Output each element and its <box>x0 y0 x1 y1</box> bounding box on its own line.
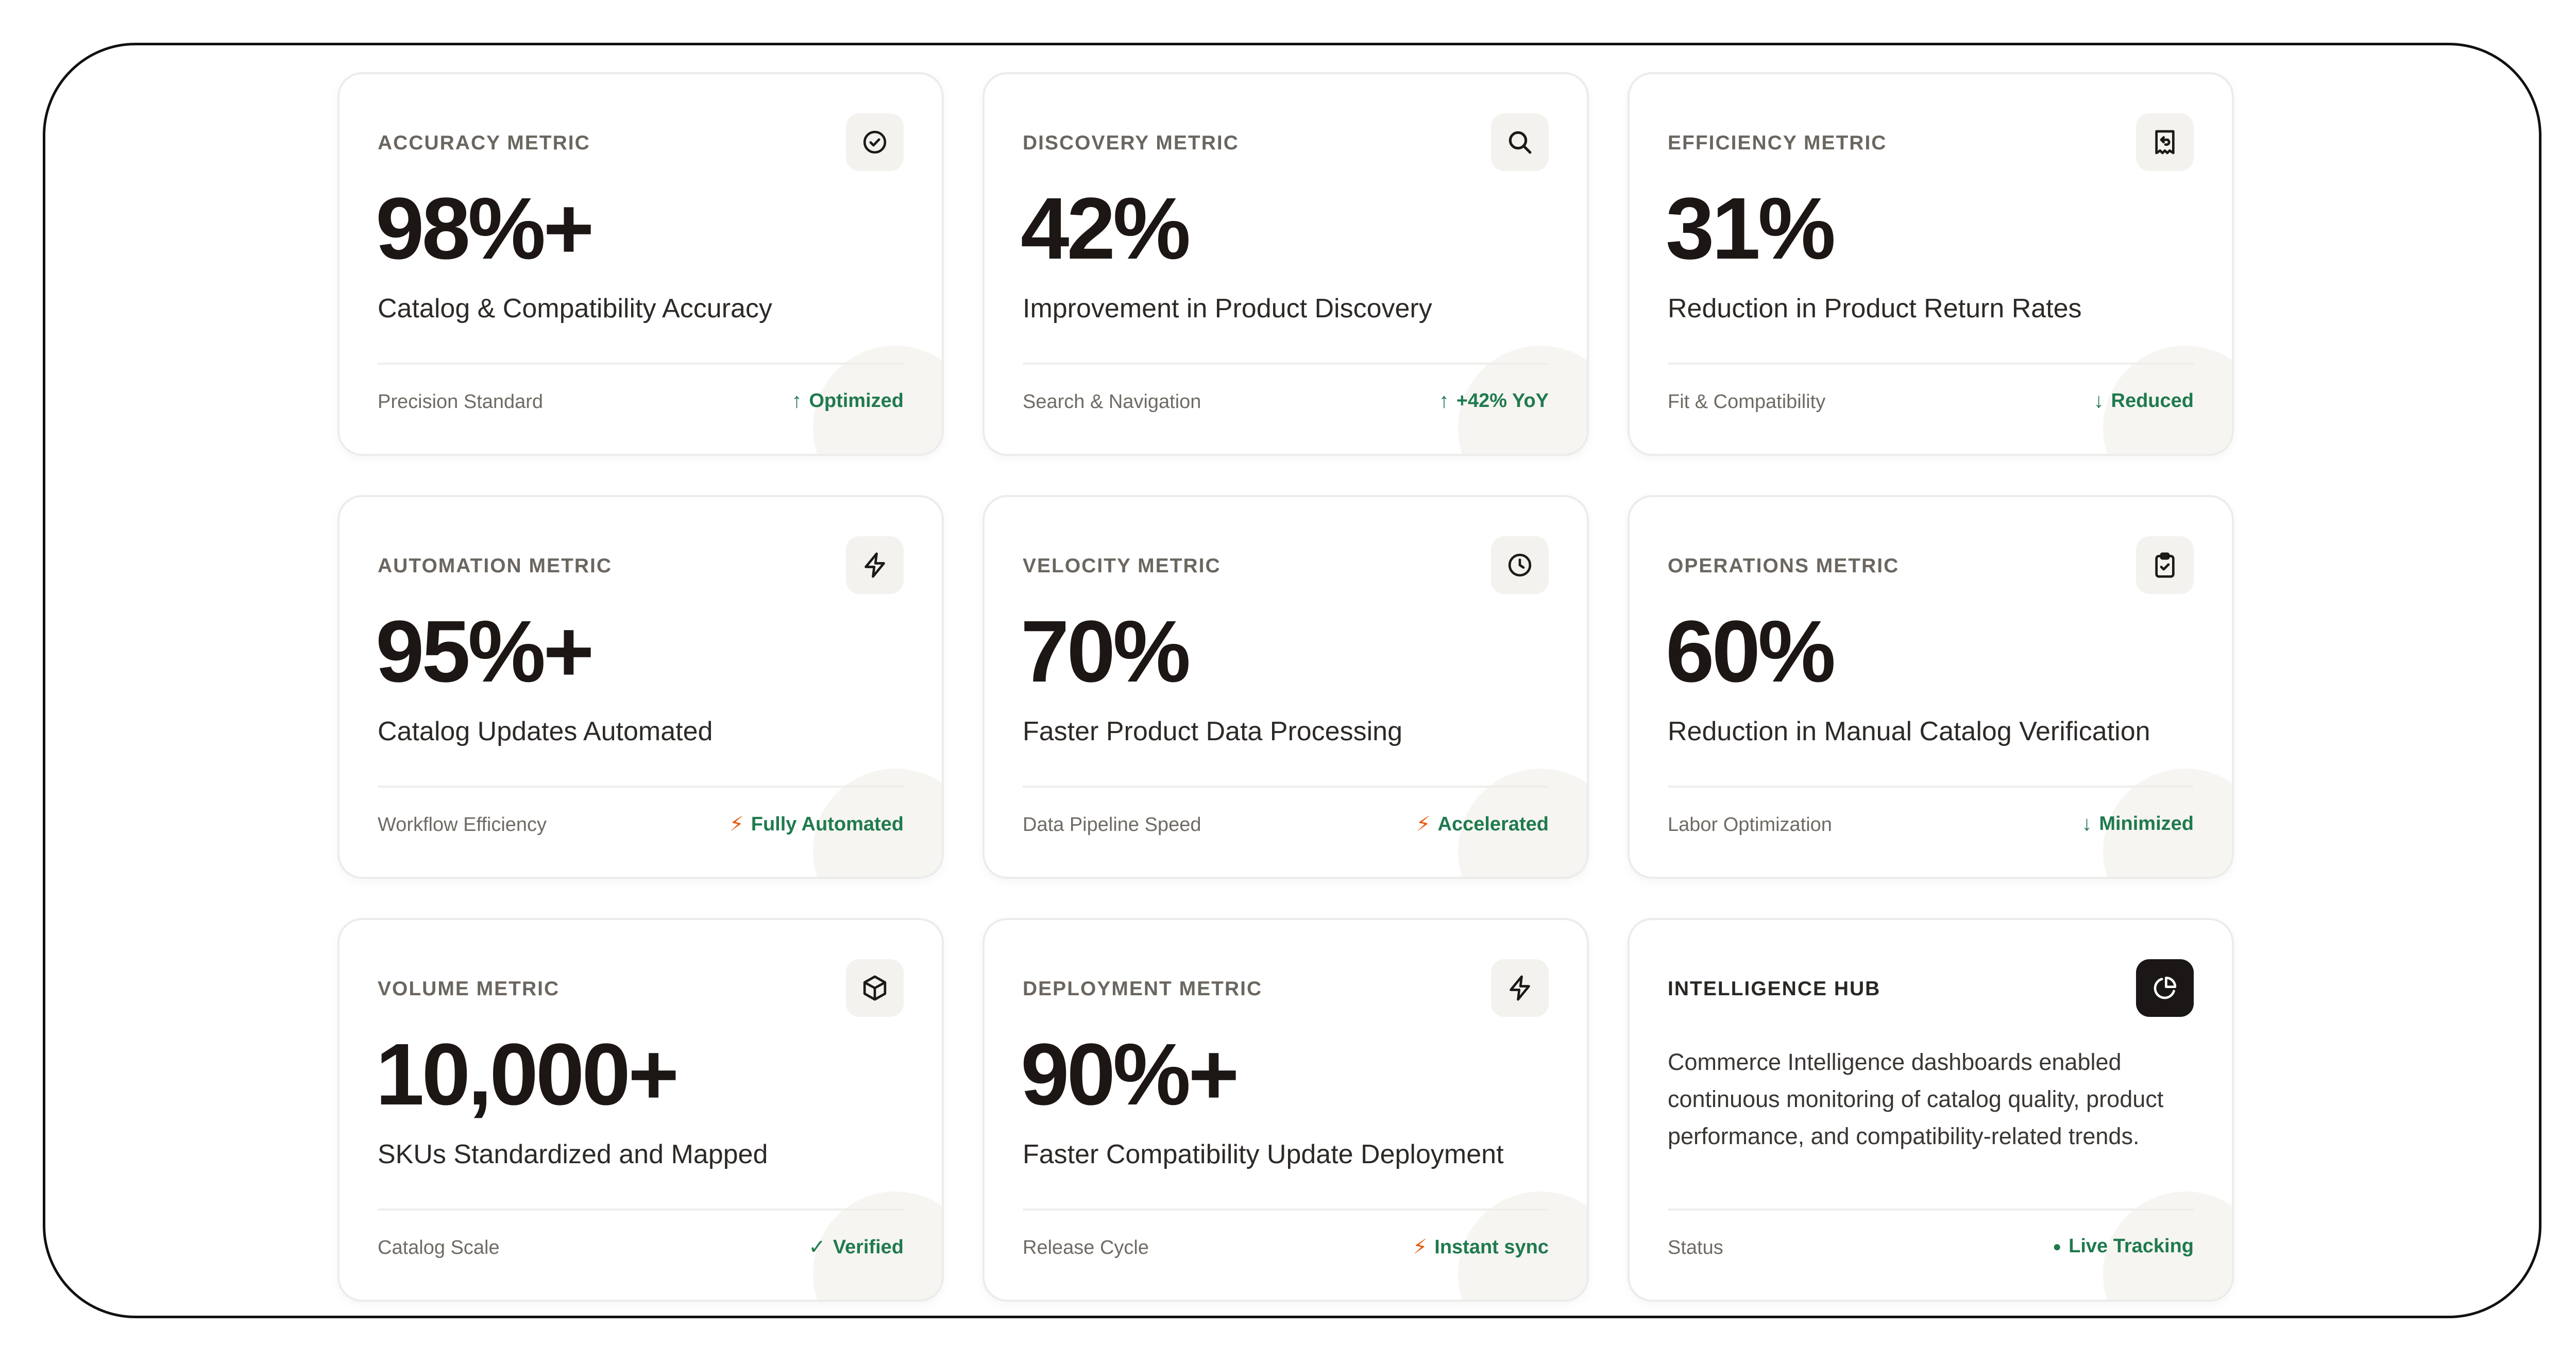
card-label: AUTOMATION METRIC <box>378 555 613 577</box>
status-badge: ⚡ Accelerated <box>1416 812 1549 836</box>
bolt-icon: ⚡ <box>729 813 744 836</box>
card-label: INTELLIGENCE HUB <box>1668 978 1881 1000</box>
divider <box>378 363 904 365</box>
footer-caption: Release Cycle <box>1023 1237 1149 1258</box>
status-text: Reduced <box>2111 390 2194 412</box>
divider <box>1023 363 1549 365</box>
check-circle-icon <box>846 113 904 171</box>
box-icon <box>846 959 904 1017</box>
metric-description: Catalog Updates Automated <box>378 717 713 746</box>
checkmark-icon: ✓ <box>808 1236 826 1258</box>
metric-description: Catalog & Compatibility Accuracy <box>378 294 772 324</box>
footer-caption: Search & Navigation <box>1023 391 1201 413</box>
status-badge: ● Live Tracking <box>2053 1235 2194 1257</box>
search-icon <box>1491 113 1549 171</box>
status-text: +42% YoY <box>1456 390 1549 412</box>
status-badge: ↓ Minimized <box>2081 812 2194 836</box>
footer-caption: Fit & Compatibility <box>1668 391 1826 413</box>
status-badge: ⚡ Instant sync <box>1413 1235 1549 1259</box>
receipt-return-icon <box>2136 113 2194 171</box>
metric-value: 70% <box>1021 603 1191 701</box>
metric-card-velocity: VELOCITY METRIC 70% Faster Product Data … <box>982 495 1589 879</box>
status-badge: ↓ Reduced <box>2094 389 2194 413</box>
divider <box>1023 786 1549 788</box>
metric-description: Improvement in Product Discovery <box>1023 294 1432 324</box>
status-badge: ↑ +42% YoY <box>1439 389 1549 413</box>
lightning-icon <box>1491 959 1549 1017</box>
card-label: DEPLOYMENT METRIC <box>1023 978 1263 1000</box>
divider <box>1668 1209 2194 1211</box>
metric-value: 60% <box>1666 603 1836 701</box>
divider <box>1023 1209 1549 1211</box>
divider <box>378 1209 904 1211</box>
status-text: Verified <box>833 1236 904 1258</box>
status-text: Minimized <box>2099 813 2194 835</box>
arrow-down-icon: ↓ <box>2081 812 2092 835</box>
card-label: VOLUME METRIC <box>378 978 560 1000</box>
metric-value: 10,000+ <box>376 1026 679 1124</box>
lightning-icon <box>846 536 904 594</box>
footer-caption: Precision Standard <box>378 391 544 413</box>
status-badge: ⚡ Fully Automated <box>730 812 904 836</box>
bolt-icon: ⚡ <box>1413 1236 1428 1258</box>
metric-value: 95%+ <box>376 603 595 701</box>
metric-value: 98%+ <box>376 180 595 278</box>
metric-card-automation: AUTOMATION METRIC 95%+ Catalog Updates A… <box>337 495 944 879</box>
footer-caption: Data Pipeline Speed <box>1023 814 1201 836</box>
status-badge: ↑ Optimized <box>791 389 904 413</box>
status-text: Live Tracking <box>2069 1235 2194 1257</box>
metric-value: 42% <box>1021 180 1191 278</box>
clock-icon <box>1491 536 1549 594</box>
status-text: Accelerated <box>1437 813 1549 835</box>
hub-description: Commerce Intelligence dashboards enabled… <box>1668 1049 2164 1149</box>
status-text: Instant sync <box>1434 1236 1549 1258</box>
live-dot-icon: ● <box>2053 1238 2062 1254</box>
card-label: OPERATIONS METRIC <box>1668 555 1900 577</box>
metric-description: SKUs Standardized and Mapped <box>378 1139 768 1169</box>
card-label: VELOCITY METRIC <box>1023 555 1221 577</box>
arrow-down-icon: ↓ <box>2093 389 2104 412</box>
metric-card-efficiency: EFFICIENCY METRIC 31% Reduction in Produ… <box>1628 72 2234 456</box>
arrow-up-icon: ↑ <box>791 389 802 412</box>
metric-card-volume: VOLUME METRIC 10,000+ SKUs Standardized … <box>337 918 944 1302</box>
card-label: ACCURACY METRIC <box>378 132 590 154</box>
metric-description: Faster Compatibility Update Deployment <box>1023 1139 1504 1169</box>
status-badge: ✓ Verified <box>808 1235 904 1259</box>
pie-chart-icon <box>2136 959 2194 1017</box>
metric-value: 31% <box>1666 180 1836 278</box>
metrics-grid: ACCURACY METRIC 98%+ Catalog & Compatibi… <box>337 72 2234 1308</box>
metric-description: Faster Product Data Processing <box>1023 717 1402 746</box>
divider <box>1668 363 2194 365</box>
arrow-up-icon: ↑ <box>1438 389 1449 412</box>
footer-caption: Workflow Efficiency <box>378 814 547 836</box>
intelligence-hub-card: INTELLIGENCE HUB Commerce Intelligence d… <box>1628 918 2234 1302</box>
metric-description: Reduction in Manual Catalog Verification <box>1668 717 2150 746</box>
metric-description: Reduction in Product Return Rates <box>1668 294 2082 324</box>
metric-card-accuracy: ACCURACY METRIC 98%+ Catalog & Compatibi… <box>337 72 944 456</box>
footer-caption: Status <box>1668 1237 1723 1258</box>
footer-caption: Labor Optimization <box>1668 814 1832 836</box>
bolt-icon: ⚡ <box>1416 813 1431 836</box>
card-label: DISCOVERY METRIC <box>1023 132 1239 154</box>
metric-card-discovery: DISCOVERY METRIC 42% Improvement in Prod… <box>982 72 1589 456</box>
metric-card-deployment: DEPLOYMENT METRIC 90%+ Faster Compatibil… <box>982 918 1589 1302</box>
footer-caption: Catalog Scale <box>378 1237 500 1258</box>
divider <box>378 786 904 788</box>
divider <box>1668 786 2194 788</box>
card-label: EFFICIENCY METRIC <box>1668 132 1887 154</box>
status-text: Optimized <box>809 390 904 412</box>
metric-value: 90%+ <box>1021 1026 1240 1124</box>
metric-card-operations: OPERATIONS METRIC 60% Reduction in Manua… <box>1628 495 2234 879</box>
clipboard-check-icon <box>2136 536 2194 594</box>
status-text: Fully Automated <box>751 813 904 835</box>
